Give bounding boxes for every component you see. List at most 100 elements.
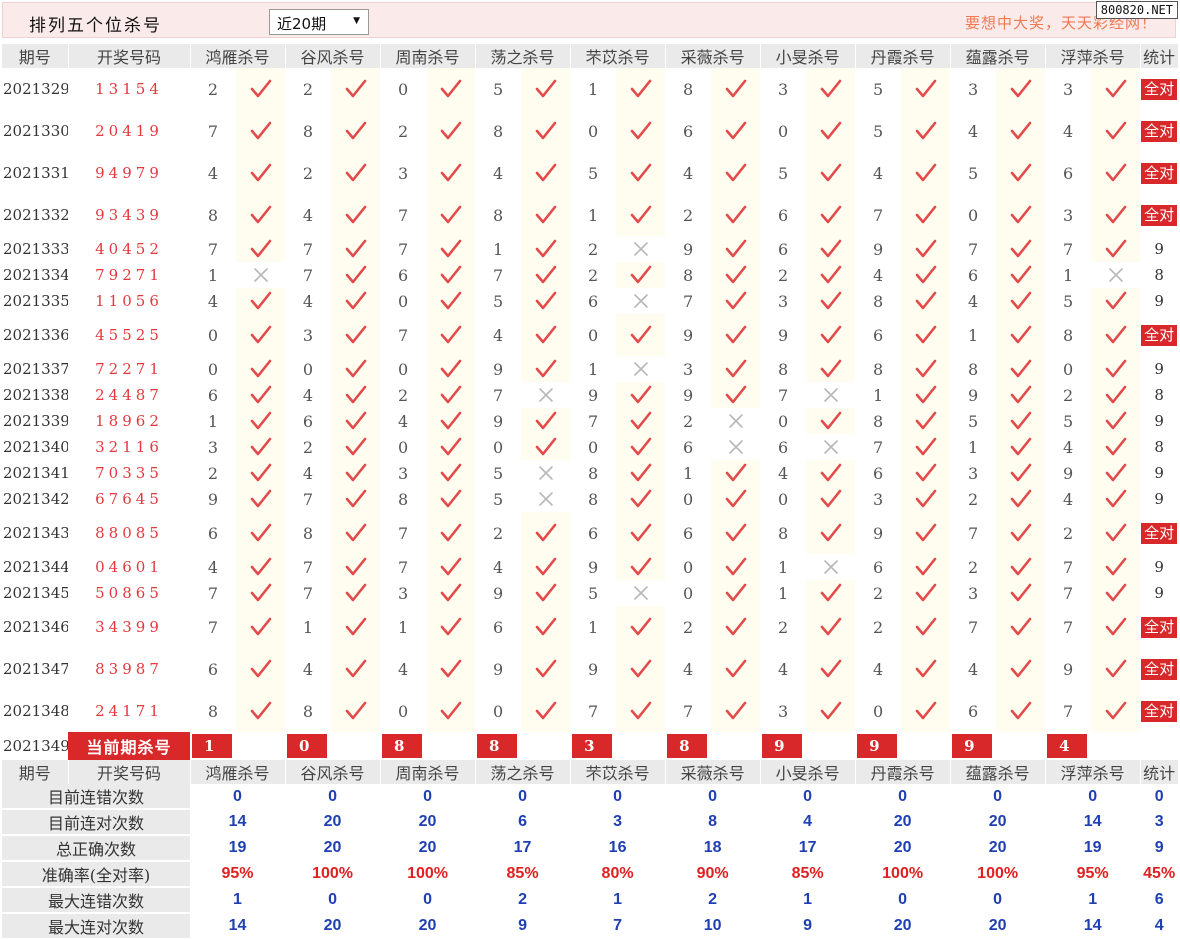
draw-numbers: 79271	[95, 266, 163, 284]
kill-number: 7	[1063, 701, 1074, 721]
result-mark	[711, 408, 761, 434]
check-icon	[915, 265, 936, 284]
result-mark	[616, 262, 666, 288]
result-mark	[426, 288, 476, 314]
check-icon	[345, 489, 366, 508]
issue-number: 2021332	[3, 206, 68, 224]
header-expert: 蕴露杀号	[950, 44, 1046, 68]
summary-value: 0	[803, 787, 813, 805]
result-mark	[331, 648, 381, 690]
cross-icon	[728, 414, 743, 428]
result-mark	[331, 314, 381, 356]
result-mark	[426, 382, 476, 408]
summary-value: 0	[1088, 787, 1098, 805]
kill-number: 4	[968, 291, 979, 311]
check-icon	[535, 557, 556, 576]
summary-value: 14	[228, 813, 247, 830]
kill-number: 1	[968, 325, 979, 345]
check-icon	[1105, 617, 1126, 636]
all-correct-badge: 全对	[1141, 204, 1178, 226]
kill-number: 1	[682, 463, 694, 483]
check-icon	[535, 121, 556, 140]
kill-number: 7	[397, 325, 409, 345]
result-mark	[996, 110, 1046, 152]
check-icon	[1105, 659, 1126, 678]
result-mark	[331, 434, 381, 460]
result-mark	[996, 460, 1046, 486]
result-mark	[901, 194, 951, 236]
kill-number: 9	[968, 385, 979, 405]
cross-icon	[823, 388, 838, 402]
kill-number: 6	[587, 291, 599, 311]
top-bar: 排列五个位杀号 近20期 ▼ 要想中大奖，天天彩经网！	[2, 2, 1176, 38]
check-icon	[725, 239, 746, 258]
summary-value: 20	[323, 813, 342, 830]
result-mark	[806, 382, 856, 408]
check-icon	[725, 205, 746, 224]
kill-number: 7	[968, 523, 979, 543]
current-kill-number: 8	[477, 734, 518, 758]
summary-value: 4	[803, 813, 813, 830]
all-correct-badge: 全对	[1141, 120, 1178, 142]
kill-number: 0	[397, 291, 409, 311]
result-mark	[616, 236, 666, 262]
current-stat	[1140, 732, 1178, 760]
result-mark	[616, 382, 666, 408]
check-icon	[440, 489, 461, 508]
row-stat: 全对	[1140, 606, 1178, 648]
summary-row: 总正确次数 19 20 20 17 16 18 17 20 20 19 9	[2, 835, 1178, 862]
check-icon	[250, 291, 271, 310]
kill-number: 8	[492, 121, 504, 141]
result-mark	[521, 314, 571, 356]
check-icon	[820, 205, 841, 224]
kill-number: 8	[778, 359, 789, 379]
kill-number: 0	[492, 701, 504, 721]
header-expert: 小旻杀号	[760, 44, 856, 68]
header-expert: 芣苡杀号	[570, 760, 666, 784]
summary-value: 8	[708, 813, 718, 830]
kill-number: 2	[207, 79, 219, 99]
result-mark	[806, 236, 856, 262]
check-icon	[630, 325, 651, 344]
kill-number: 6	[207, 385, 219, 405]
result-mark	[331, 382, 381, 408]
kill-number: 2	[778, 617, 789, 637]
summary-value: 100%	[977, 865, 1019, 882]
issue-number: 2021343	[3, 524, 68, 542]
check-icon	[440, 659, 461, 678]
header-expert: 鸿雁杀号	[190, 44, 286, 68]
result-mark	[901, 262, 951, 288]
check-icon	[1010, 701, 1031, 720]
draw-numbers: 70335	[95, 464, 163, 482]
check-icon	[630, 557, 651, 576]
check-icon	[440, 121, 461, 140]
cross-icon	[823, 440, 838, 454]
cross-icon	[633, 242, 648, 256]
summary-value: 20	[988, 917, 1007, 934]
summary-label: 最大连错次数	[2, 887, 190, 914]
result-mark	[521, 382, 571, 408]
check-icon	[535, 325, 556, 344]
table-row: 2021331 94979 4 2 3 4 5 4 5 4 5 6 全对	[2, 152, 1178, 194]
summary-value: 19	[1083, 839, 1102, 856]
kill-number: 9	[587, 659, 599, 679]
result-mark	[806, 356, 856, 382]
result-mark	[1091, 152, 1141, 194]
check-icon	[915, 385, 936, 404]
check-icon	[1010, 163, 1031, 182]
result-mark	[901, 68, 951, 110]
kill-number: 6	[778, 437, 789, 457]
issue-number: 2021344	[3, 558, 68, 576]
kill-number: 2	[492, 523, 504, 543]
page-title: 排列五个位杀号	[29, 16, 162, 36]
check-icon	[630, 489, 651, 508]
result-mark	[806, 554, 856, 580]
result-mark	[806, 288, 856, 314]
check-icon	[820, 463, 841, 482]
summary-value: 17	[513, 839, 532, 856]
period-select[interactable]: 近20期 ▼	[269, 9, 369, 35]
summary-label: 准确率(全对率)	[2, 861, 190, 888]
check-icon	[630, 411, 651, 430]
summary-stat: 4	[1154, 917, 1164, 934]
header-expert: 芣苡杀号	[570, 44, 666, 68]
